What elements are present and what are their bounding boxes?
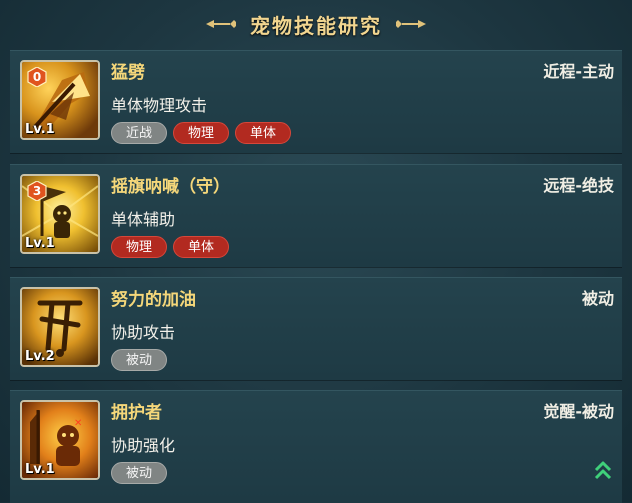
tag-single: 单体 (235, 122, 291, 144)
flag-skill-icon[interactable]: 3 Lv.1 (20, 174, 100, 254)
skill-card-3[interactable]: Lv.2 努力的加油 被动 协助攻击 被动 (10, 277, 622, 380)
tag-passive: 被动 (111, 349, 167, 371)
guardian-skill-icon[interactable]: ✕ Lv.1 (20, 400, 100, 480)
left-ornament-icon (206, 20, 236, 28)
skill-desc: 单体辅助 (111, 210, 176, 229)
skill-card-1[interactable]: 0 Lv.1 猛劈 近程-主动 单体物理攻击 近战 物理 单体 (10, 50, 622, 153)
page-title: 宠物技能研究 (250, 13, 382, 38)
page-header: 宠物技能研究 (0, 0, 632, 48)
skill-type: 觉醒-被动 (543, 402, 614, 421)
skill-type: 远程-绝技 (543, 176, 614, 195)
skill-desc: 协助强化 (111, 436, 176, 455)
tag-passive: 被动 (111, 462, 167, 484)
skill-type: 近程-主动 (543, 62, 614, 81)
skill-name: 努力的加油 (111, 290, 196, 310)
skill-name: 拥护者 (111, 403, 162, 423)
energy-cost-badge: 0 (27, 67, 47, 87)
skill-desc: 协助攻击 (111, 323, 176, 342)
tag-single: 单体 (173, 236, 229, 258)
skill-level: Lv.1 (25, 236, 55, 251)
skill-level: Lv.2 (25, 349, 55, 364)
energy-cost-badge: 3 (27, 181, 47, 201)
energy-cost-value: 0 (32, 70, 42, 84)
skill-card-4[interactable]: ✕ Lv.1 拥护者 觉醒-被动 协助强化 被动 (10, 390, 622, 503)
tag-physical: 物理 (111, 236, 167, 258)
skill-name: 猛劈 (111, 63, 145, 83)
axe-skill-icon[interactable]: 0 Lv.1 (20, 60, 100, 140)
skill-card-2[interactable]: 3 Lv.1 摇旗呐喊（守） 远程-绝技 单体辅助 物理 单体 (10, 164, 622, 267)
skill-desc: 单体物理攻击 (111, 96, 208, 115)
cheer-skill-icon[interactable]: Lv.2 (20, 287, 100, 367)
skill-name: 摇旗呐喊（守） (111, 177, 230, 197)
tag-melee: 近战 (111, 122, 167, 144)
energy-cost-value: 3 (32, 184, 42, 198)
upgrade-arrow-icon[interactable] (594, 459, 612, 481)
right-ornament-icon (396, 20, 426, 28)
svg-text:✕: ✕ (74, 418, 82, 429)
skill-level: Lv.1 (25, 462, 55, 477)
skill-type: 被动 (581, 289, 614, 308)
skill-level: Lv.1 (25, 122, 55, 137)
tag-physical: 物理 (173, 122, 229, 144)
